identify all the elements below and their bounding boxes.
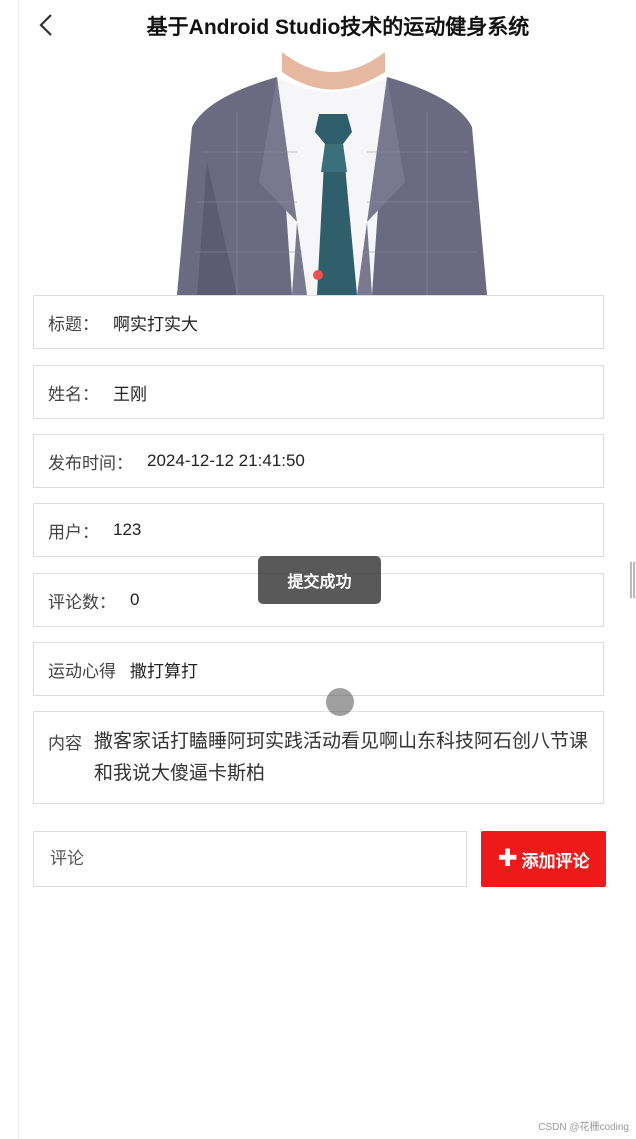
add-comment-button[interactable]: ✚ 添加评论: [481, 831, 606, 887]
experience-value: 撒打算打: [130, 661, 198, 681]
publish-time-label: 发布时间：: [48, 453, 133, 473]
content-field: 内容 撒客家话打瞌睡阿珂实践活动看见啊山东科技阿石创八节课和我说大傻逼卡斯柏: [33, 711, 604, 804]
title-value: 啊实打实大: [113, 314, 198, 334]
content-label: 内容: [48, 734, 82, 753]
plus-icon: ✚: [497, 845, 518, 872]
comment-input[interactable]: [33, 831, 467, 887]
add-comment-label: 添加评论: [521, 851, 590, 871]
name-label: 姓名：: [48, 384, 99, 404]
publish-time-field: 发布时间： 2024-12-12 21:41:50: [33, 434, 604, 488]
comment-count-label: 评论数：: [48, 592, 116, 612]
watermark: CSDN @花栅coding: [538, 1122, 629, 1133]
profile-photo: [147, 52, 517, 295]
user-value: 123: [113, 520, 142, 539]
comment-count-value: 0: [130, 590, 140, 609]
touch-indicator: [326, 688, 354, 716]
header: 基于Android Studio技术的运动健身系统: [19, 0, 636, 50]
title-field: 标题： 啊实打实大: [33, 295, 604, 349]
back-button[interactable]: [33, 10, 61, 40]
name-value: 王刚: [113, 384, 147, 404]
title-label: 标题：: [48, 314, 99, 334]
content-value: 撒客家话打瞌睡阿珂实践活动看见啊山东科技阿石创八节课和我说大傻逼卡斯柏: [94, 731, 589, 784]
page-title: 基于Android Studio技术的运动健身系统: [146, 16, 530, 39]
experience-label: 运动心得: [48, 661, 116, 681]
scroll-handle[interactable]: [630, 562, 635, 598]
user-field: 用户： 123: [33, 503, 604, 557]
toast-text: 提交成功: [287, 574, 352, 591]
publish-time-value: 2024-12-12 21:41:50: [147, 451, 305, 470]
name-field: 姓名： 王刚: [33, 365, 604, 419]
toast-message: 提交成功: [258, 556, 381, 604]
experience-field: 运动心得 撒打算打: [33, 642, 604, 696]
carousel-indicator-dot[interactable]: [313, 270, 323, 280]
chevron-left-icon: [39, 14, 52, 36]
user-label: 用户：: [48, 522, 99, 542]
app-screen: 基于Android Studio技术的运动健身系统 标题： 啊实打实大 姓名： …: [18, 0, 636, 1139]
